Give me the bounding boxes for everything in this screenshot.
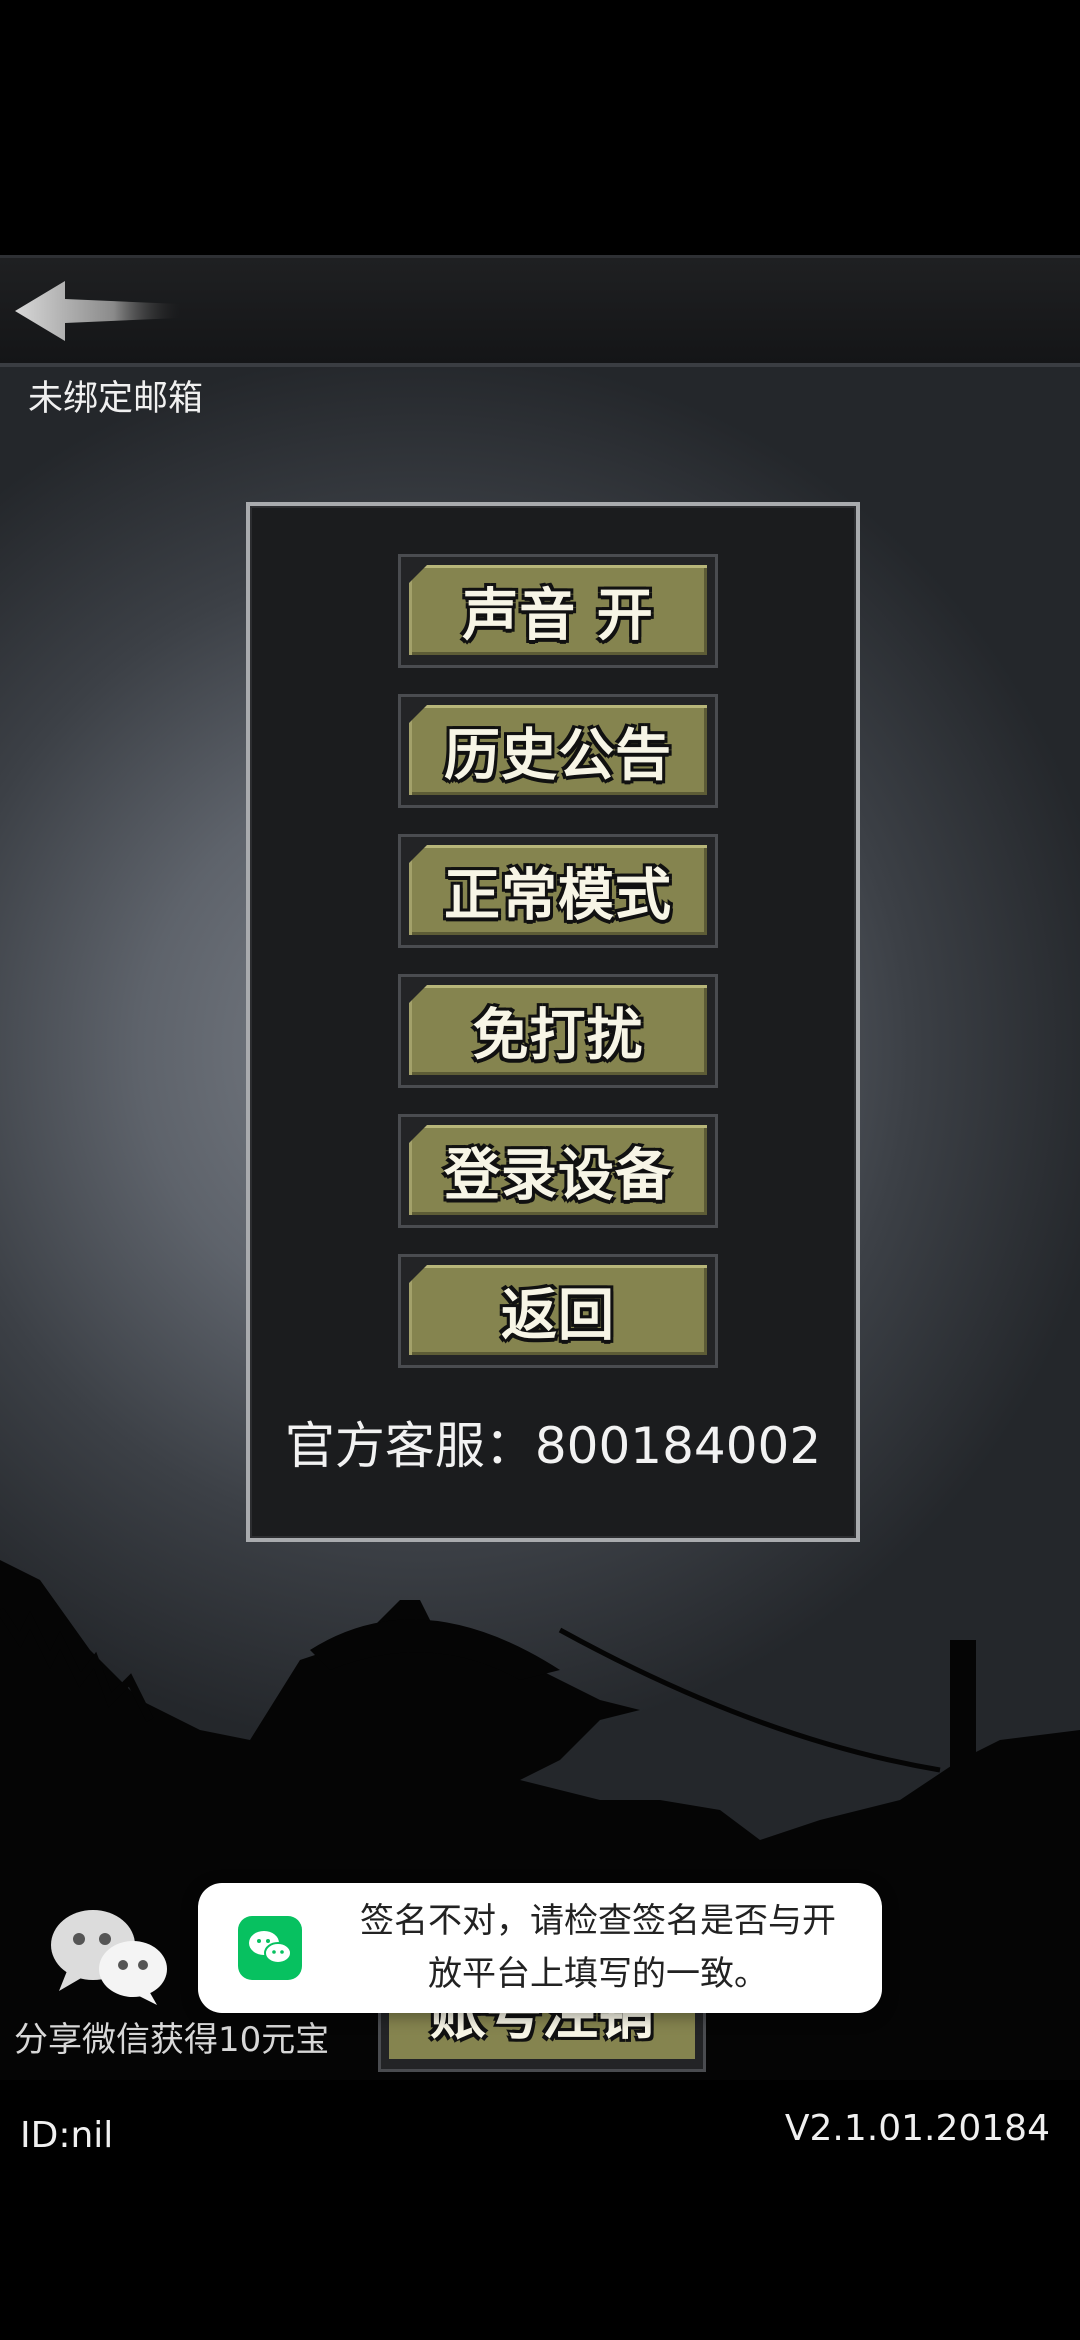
wechat-icon (51, 1910, 167, 2005)
customer-service-info: 官方客服：800184002 (284, 1417, 822, 1475)
do-not-disturb-label: 免打扰 (472, 1003, 644, 1069)
wechat-icon (238, 1916, 302, 1980)
top-bar (0, 255, 1080, 367)
version-label: V2.1.01.20184 (784, 2108, 1050, 2149)
normal-mode-label: 正常模式 (444, 863, 672, 929)
error-toast: 签名不对，请检查签名是否与开 放平台上填写的一致。 (198, 1883, 882, 2013)
toast-message-line1: 签名不对，请检查签名是否与开 (360, 1901, 836, 1941)
history-announcements-button[interactable]: 历史公告 (398, 694, 718, 808)
wechat-share-label[interactable]: 分享微信获得10元宝 (14, 2012, 329, 2061)
sound-toggle-button[interactable]: 声音 开 (398, 554, 718, 668)
return-label: 返回 (501, 1283, 615, 1349)
login-devices-button[interactable]: 登录设备 (398, 1114, 718, 1228)
wechat-share-button[interactable] (45, 1905, 170, 2005)
user-id: ID:nil (20, 2115, 114, 2156)
settings-panel: 声音 开 历史公告 正常模式 免打扰 登录设备 返回 官方客服：80018400… (246, 502, 860, 1542)
return-button[interactable]: 返回 (398, 1254, 718, 1368)
back-button[interactable] (10, 276, 190, 346)
back-arrow-icon (15, 281, 180, 341)
do-not-disturb-button[interactable]: 免打扰 (398, 974, 718, 1088)
top-black-area (0, 0, 1080, 255)
toast-message: 签名不对，请检查签名是否与开 放平台上填写的一致。 (328, 1895, 868, 2001)
email-binding-status: 未绑定邮箱 (28, 379, 204, 419)
login-devices-label: 登录设备 (444, 1143, 672, 1209)
toast-message-line2: 放平台上填写的一致。 (428, 1954, 768, 1994)
sound-toggle-label: 声音 开 (462, 583, 654, 649)
history-announcements-label: 历史公告 (444, 723, 672, 789)
normal-mode-button[interactable]: 正常模式 (398, 834, 718, 948)
